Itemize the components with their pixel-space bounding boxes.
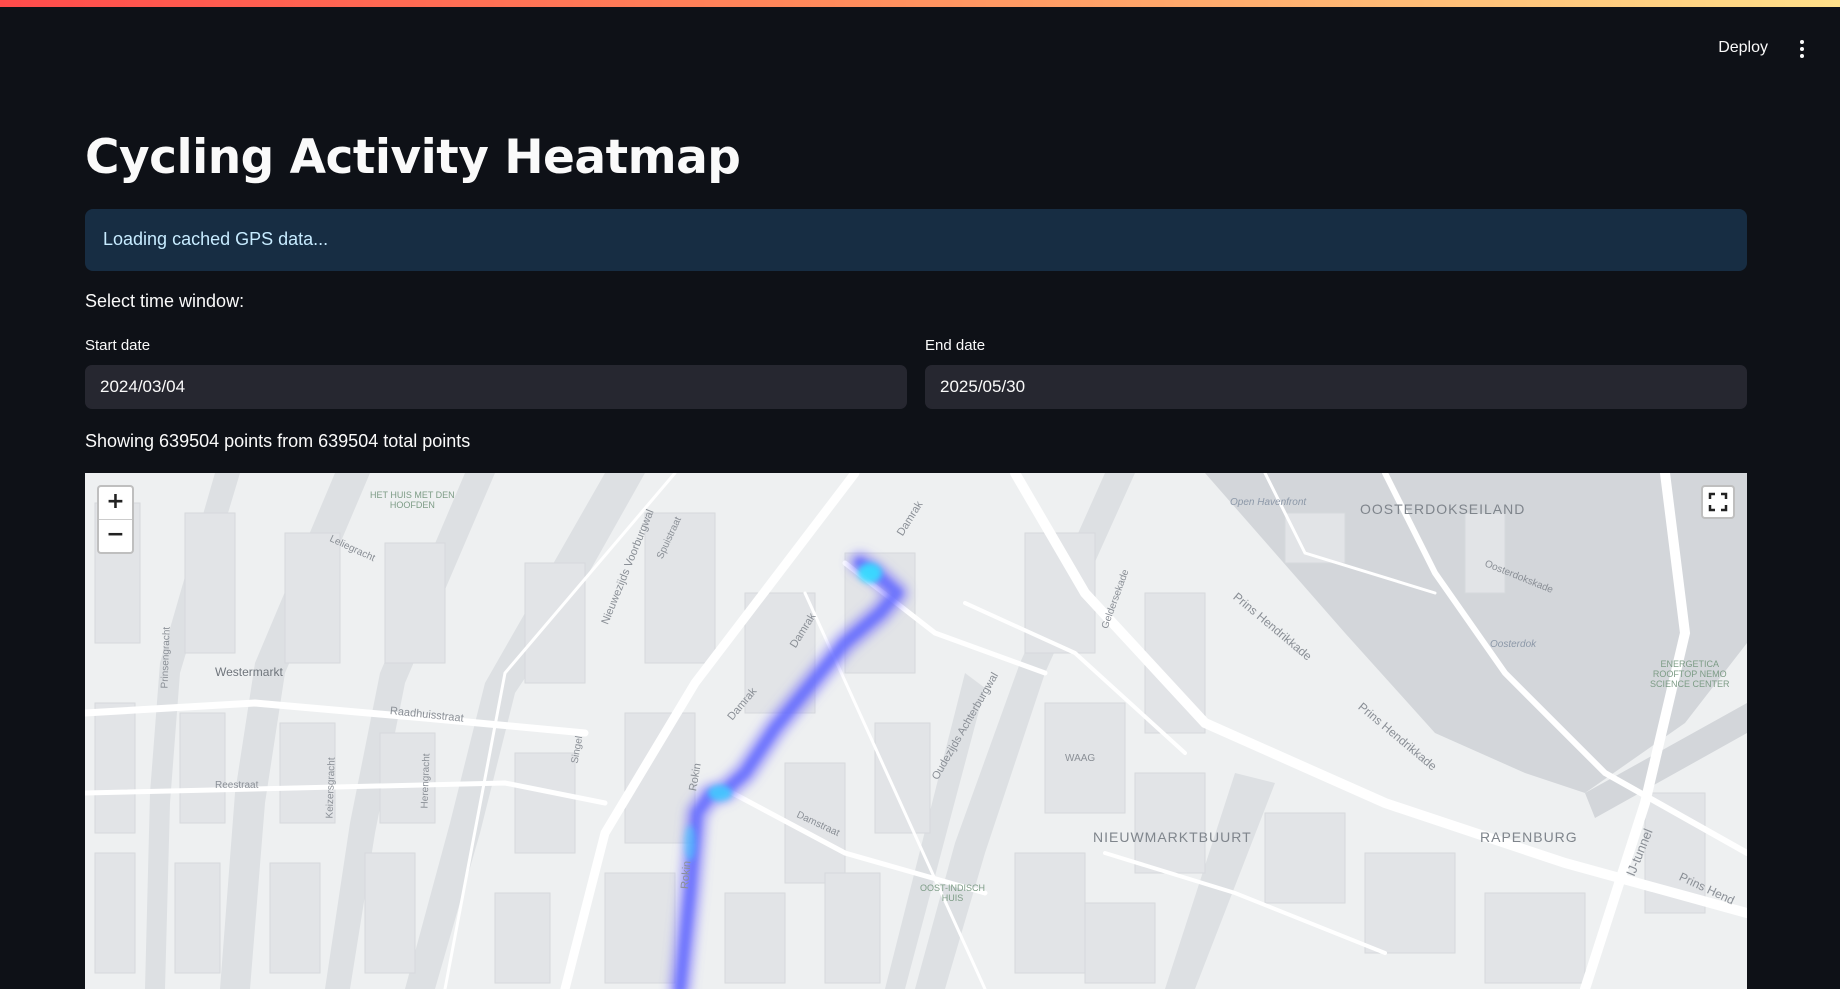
app-header: Deploy xyxy=(0,7,1840,87)
map-poi-het-huis: HET HUIS MET DEN HOOFDEN xyxy=(370,490,455,510)
map-label-open-havenfront: Open Havenfront xyxy=(1230,497,1307,508)
fullscreen-button[interactable] xyxy=(1701,485,1735,519)
map-label-nieuwmarktbuurt: NIEUWMARKTBUURT xyxy=(1093,829,1252,845)
map-label-keizersgracht: Keizersgracht xyxy=(324,757,338,819)
end-date-input[interactable] xyxy=(925,365,1747,409)
zoom-in-button[interactable]: + xyxy=(99,487,132,519)
map-label-reestraat: Reestraat xyxy=(215,780,259,791)
start-date-input[interactable] xyxy=(85,365,907,409)
fullscreen-icon xyxy=(1708,492,1728,512)
map-label-rapenburg: RAPENBURG xyxy=(1480,829,1578,845)
heatmap-map[interactable]: OOSTERDOKSEILAND NIEUWMARKTBUURT RAPENBU… xyxy=(85,473,1747,989)
kebab-menu-icon[interactable] xyxy=(1794,37,1810,61)
end-date-label: End date xyxy=(925,337,986,354)
time-window-label: Select time window: xyxy=(85,291,245,311)
start-date-label: Start date xyxy=(85,337,151,354)
map-label-oosterdokseiland: OOSTERDOKSEILAND xyxy=(1360,501,1526,517)
map-label-westermarkt: Westermarkt xyxy=(215,665,283,679)
map-poi-energetica: ENERGETICA ROOFTOP NEMO SCIENCE CENTER xyxy=(1650,659,1730,689)
page-title: Cycling Activity Heatmap xyxy=(85,130,741,185)
map-base-layer xyxy=(85,473,1747,989)
info-alert: Loading cached GPS data... xyxy=(85,209,1747,271)
map-label-waag: WAAG xyxy=(1065,753,1096,764)
map-label-rokin-2: Rokin xyxy=(679,860,694,890)
top-accent-bar xyxy=(0,0,1840,7)
points-summary: Showing 639504 points from 639504 total … xyxy=(85,431,471,451)
map-label-oosterdok: Oosterdok xyxy=(1490,639,1537,650)
deploy-button[interactable]: Deploy xyxy=(1710,33,1776,63)
map-label-herengracht: Herengracht xyxy=(419,753,433,809)
zoom-out-button[interactable]: − xyxy=(99,519,132,552)
zoom-control: + − xyxy=(97,485,134,554)
map-label-prinsengracht: Prinsengracht xyxy=(159,626,173,689)
map-poi-oost-indisch-huis: OOST-INDISCH HUIS xyxy=(920,883,986,903)
